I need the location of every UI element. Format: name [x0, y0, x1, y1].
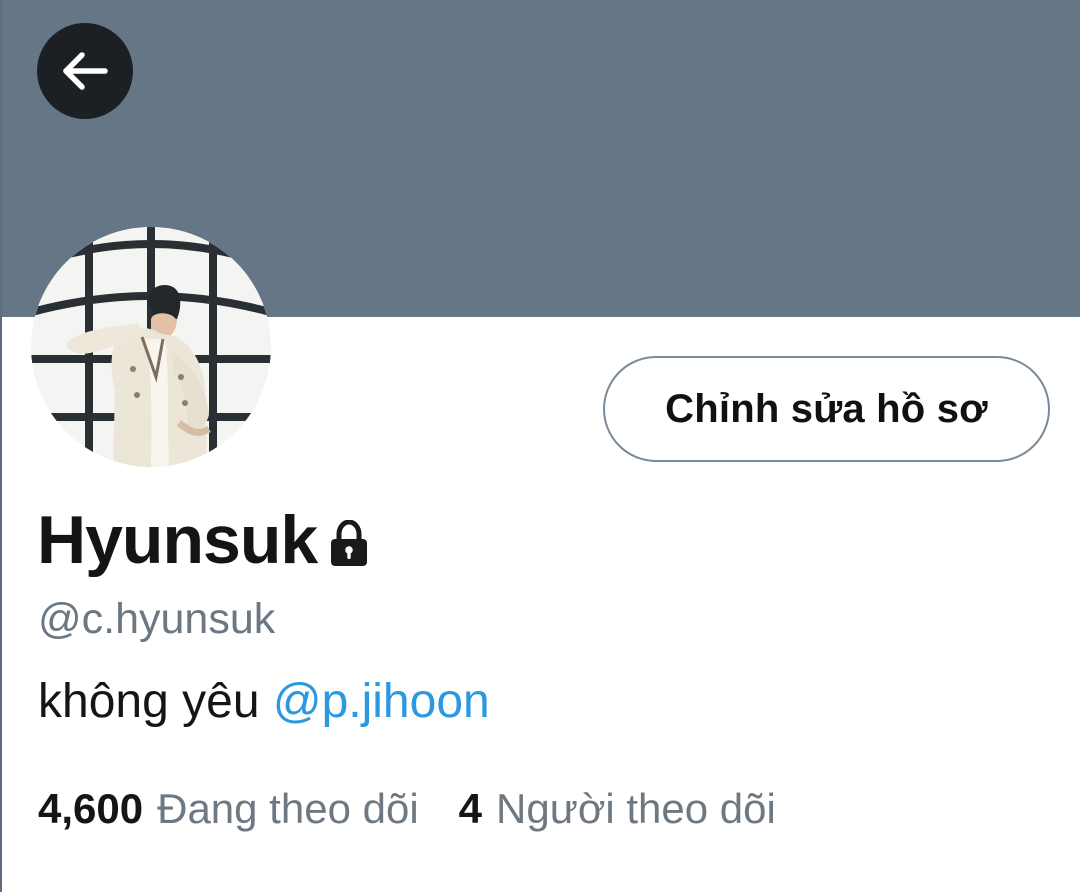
profile-page: Chỉnh sửa hồ sơ Hyunsuk @c.hyunsuk không…: [0, 0, 1080, 892]
left-edge-divider: [0, 0, 2, 892]
followers-label: Người theo dõi: [496, 785, 776, 832]
arrow-left-icon: [58, 44, 112, 98]
edit-profile-button[interactable]: Chỉnh sửa hồ sơ: [603, 356, 1050, 462]
display-name-row: Hyunsuk: [37, 500, 373, 580]
following-label: Đang theo dõi: [157, 785, 419, 832]
bio-mention-link[interactable]: @p.jihoon: [273, 675, 490, 728]
following-stat-link[interactable]: 4,600 Đang theo dõi: [38, 785, 419, 833]
back-button[interactable]: [37, 23, 133, 119]
lock-icon: [325, 519, 373, 568]
profile-bio: không yêu @p.jihoon: [38, 674, 490, 729]
following-count: 4,600: [38, 785, 144, 832]
followers-count: 4: [458, 785, 483, 832]
profile-handle: @c.hyunsuk: [38, 595, 276, 643]
bio-text: không yêu: [38, 675, 273, 728]
avatar[interactable]: [31, 227, 271, 467]
display-name: Hyunsuk: [37, 502, 318, 578]
followers-stat-link[interactable]: 4 Người theo dõi: [459, 785, 776, 833]
profile-stats: 4,600 Đang theo dõi 4 Người theo dõi: [38, 785, 776, 833]
